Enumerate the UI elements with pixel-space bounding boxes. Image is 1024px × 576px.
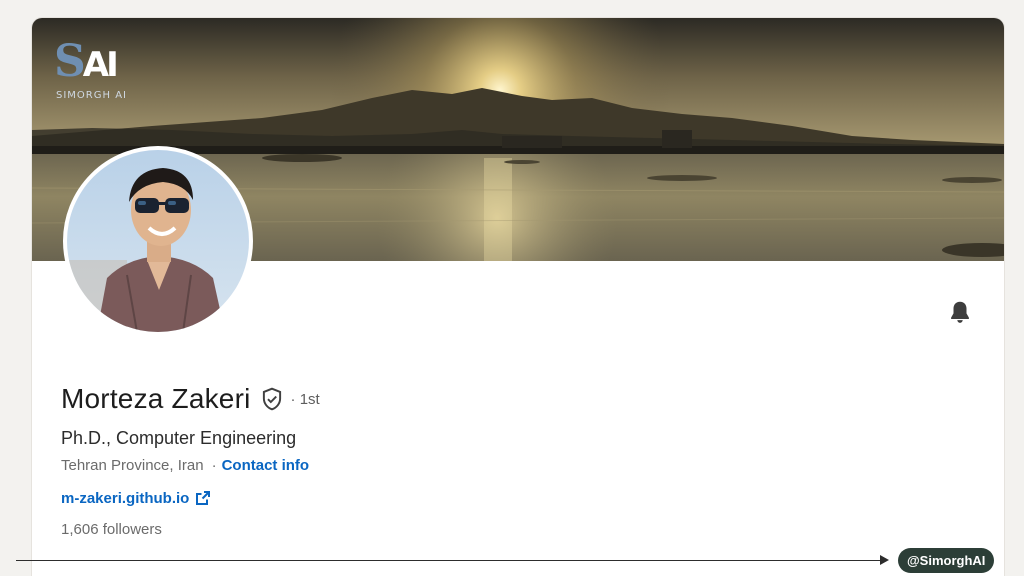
notifications-bell-button[interactable]	[942, 294, 978, 330]
connection-degree: · 1st	[290, 390, 320, 408]
followers-count[interactable]: 1,606 followers	[61, 519, 761, 541]
logo-text: SIMORGH AI	[56, 90, 127, 101]
footer-arrow-line	[16, 560, 886, 561]
profile-name: Morteza Zakeri	[61, 383, 251, 414]
logo-mark: SAI	[54, 36, 119, 87]
profile-info: Morteza Zakeri · 1st Ph.D., Computer Eng…	[61, 378, 761, 541]
website-link[interactable]: m-zakeri.github.io	[61, 490, 189, 507]
profile-avatar[interactable]	[63, 146, 253, 336]
profile-photo	[67, 150, 249, 332]
location-separator: ·	[211, 457, 217, 474]
shield-check-icon[interactable]	[259, 386, 285, 412]
profile-card: SAI SIMORGH AI Morteza Zakeri · 1st Ph.D…	[32, 18, 1004, 576]
website-row: m-zakeri.github.io	[61, 486, 761, 510]
simorgh-ai-logo: SAI SIMORGH AI	[50, 32, 130, 122]
profile-headline: Ph.D., Computer Engineering	[61, 428, 297, 448]
bell-icon	[951, 301, 969, 323]
social-handle-badge: @SimorghAI	[898, 548, 995, 573]
profile-location: Tehran Province, Iran	[61, 457, 204, 474]
location-row: Tehran Province, Iran · Contact info	[61, 454, 761, 478]
external-link-icon[interactable]	[195, 490, 211, 506]
contact-info-link[interactable]: Contact info	[222, 454, 310, 478]
footer-arrow-head	[880, 555, 889, 565]
name-row: Morteza Zakeri · 1st	[61, 378, 761, 420]
